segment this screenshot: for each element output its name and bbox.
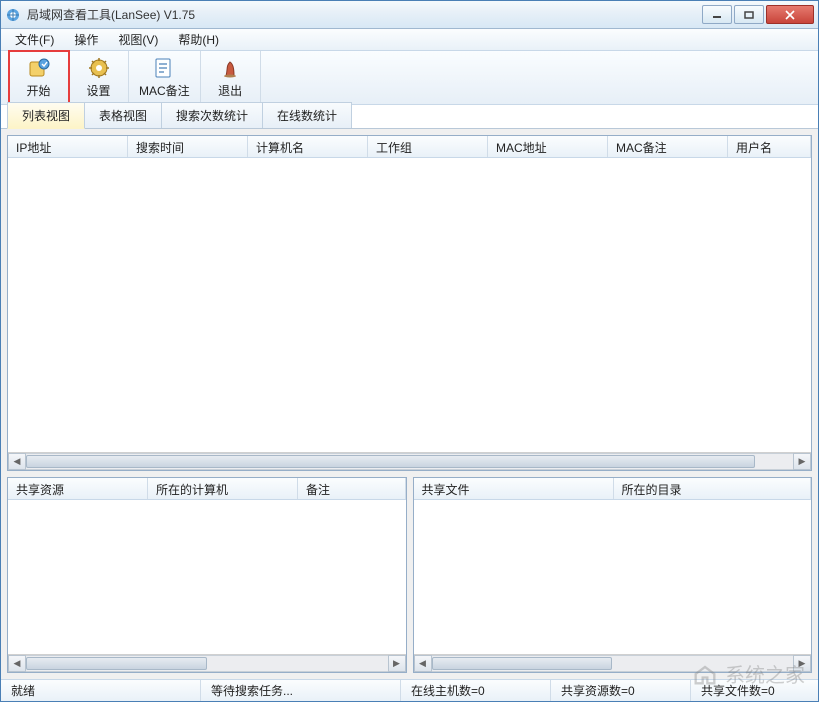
status-ready: 就绪 xyxy=(1,680,201,701)
menu-operate[interactable]: 操作 xyxy=(66,29,106,50)
start-button[interactable]: 开始 xyxy=(9,51,69,104)
start-icon xyxy=(27,56,51,80)
application-window: 局域网查看工具(LanSee) V1.75 文件(F) 操作 视图(V) 帮助(… xyxy=(0,0,819,702)
toolbar: 开始 设置 MAC备注 退出 xyxy=(1,51,818,105)
col-remark[interactable]: 备注 xyxy=(298,478,406,499)
menu-view[interactable]: 视图(V) xyxy=(110,29,166,50)
share-resources-panel: 共享资源 所在的计算机 备注 ◀ ▶ xyxy=(7,477,407,673)
share-res-scrollbar[interactable]: ◀ ▶ xyxy=(8,654,406,672)
mac-note-icon xyxy=(152,56,176,80)
scroll-left-icon[interactable]: ◀ xyxy=(8,655,26,672)
scroll-thumb[interactable] xyxy=(432,657,613,670)
scroll-thumb[interactable] xyxy=(26,657,207,670)
scroll-left-icon[interactable]: ◀ xyxy=(8,453,26,470)
menubar: 文件(F) 操作 视图(V) 帮助(H) xyxy=(1,29,818,51)
menu-help[interactable]: 帮助(H) xyxy=(170,29,227,50)
status-files: 共享文件数=0 xyxy=(691,680,818,701)
window-title: 局域网查看工具(LanSee) V1.75 xyxy=(27,6,700,23)
tab-table-view[interactable]: 表格视图 xyxy=(84,102,162,128)
col-on-computer[interactable]: 所在的计算机 xyxy=(148,478,298,499)
mac-note-button[interactable]: MAC备注 xyxy=(129,51,201,104)
settings-button[interactable]: 设置 xyxy=(69,51,129,104)
share-files-scrollbar[interactable]: ◀ ▶ xyxy=(414,654,812,672)
tab-list-view[interactable]: 列表视图 xyxy=(7,102,85,129)
exit-button[interactable]: 退出 xyxy=(201,51,261,104)
mac-note-label: MAC备注 xyxy=(139,82,190,99)
menu-file[interactable]: 文件(F) xyxy=(7,29,62,50)
exit-label: 退出 xyxy=(218,82,242,99)
app-icon xyxy=(5,7,21,23)
col-mac-note[interactable]: MAC备注 xyxy=(608,136,728,157)
scroll-right-icon[interactable]: ▶ xyxy=(793,453,811,470)
share-files-panel: 共享文件 所在的目录 ◀ ▶ xyxy=(413,477,813,673)
scroll-track[interactable] xyxy=(432,655,794,672)
col-ip[interactable]: IP地址 xyxy=(8,136,128,157)
main-area: IP地址 搜索时间 计算机名 工作组 MAC地址 MAC备注 用户名 ◀ ▶ 共… xyxy=(1,129,818,679)
scroll-thumb[interactable] xyxy=(26,455,755,468)
minimize-button[interactable] xyxy=(702,5,732,24)
col-user[interactable]: 用户名 xyxy=(728,136,811,157)
hosts-scrollbar[interactable]: ◀ ▶ xyxy=(8,452,811,470)
scroll-track[interactable] xyxy=(26,453,793,470)
titlebar: 局域网查看工具(LanSee) V1.75 xyxy=(1,1,818,29)
tab-search-count[interactable]: 搜索次数统计 xyxy=(161,102,263,128)
maximize-button[interactable] xyxy=(734,5,764,24)
exit-icon xyxy=(218,56,242,80)
scroll-track[interactable] xyxy=(26,655,388,672)
close-button[interactable] xyxy=(766,5,814,24)
scroll-right-icon[interactable]: ▶ xyxy=(793,655,811,672)
settings-icon xyxy=(87,56,111,80)
col-mac[interactable]: MAC地址 xyxy=(488,136,608,157)
scroll-left-icon[interactable]: ◀ xyxy=(414,655,432,672)
col-share-res[interactable]: 共享资源 xyxy=(8,478,148,499)
settings-label: 设置 xyxy=(86,82,110,99)
status-waiting: 等待搜索任务... xyxy=(201,680,401,701)
col-share-file[interactable]: 共享文件 xyxy=(414,478,614,499)
window-controls xyxy=(700,5,814,24)
tab-online-count[interactable]: 在线数统计 xyxy=(262,102,352,128)
tabbar: 列表视图 表格视图 搜索次数统计 在线数统计 xyxy=(1,105,818,129)
col-search-time[interactable]: 搜索时间 xyxy=(128,136,248,157)
col-computer[interactable]: 计算机名 xyxy=(248,136,368,157)
hosts-columns: IP地址 搜索时间 计算机名 工作组 MAC地址 MAC备注 用户名 xyxy=(8,136,811,158)
start-label: 开始 xyxy=(26,82,50,99)
share-files-columns: 共享文件 所在的目录 xyxy=(414,478,812,500)
hosts-panel: IP地址 搜索时间 计算机名 工作组 MAC地址 MAC备注 用户名 ◀ ▶ xyxy=(7,135,812,471)
share-res-columns: 共享资源 所在的计算机 备注 xyxy=(8,478,406,500)
col-workgroup[interactable]: 工作组 xyxy=(368,136,488,157)
hosts-grid[interactable] xyxy=(8,158,811,452)
status-shares: 共享资源数=0 xyxy=(551,680,691,701)
col-on-dir[interactable]: 所在的目录 xyxy=(614,478,812,499)
status-hosts: 在线主机数=0 xyxy=(401,680,551,701)
share-res-grid[interactable] xyxy=(8,500,406,654)
share-files-grid[interactable] xyxy=(414,500,812,654)
bottom-row: 共享资源 所在的计算机 备注 ◀ ▶ 共享文件 所在的目录 xyxy=(7,477,812,673)
scroll-right-icon[interactable]: ▶ xyxy=(388,655,406,672)
statusbar: 就绪 等待搜索任务... 在线主机数=0 共享资源数=0 共享文件数=0 xyxy=(1,679,818,701)
